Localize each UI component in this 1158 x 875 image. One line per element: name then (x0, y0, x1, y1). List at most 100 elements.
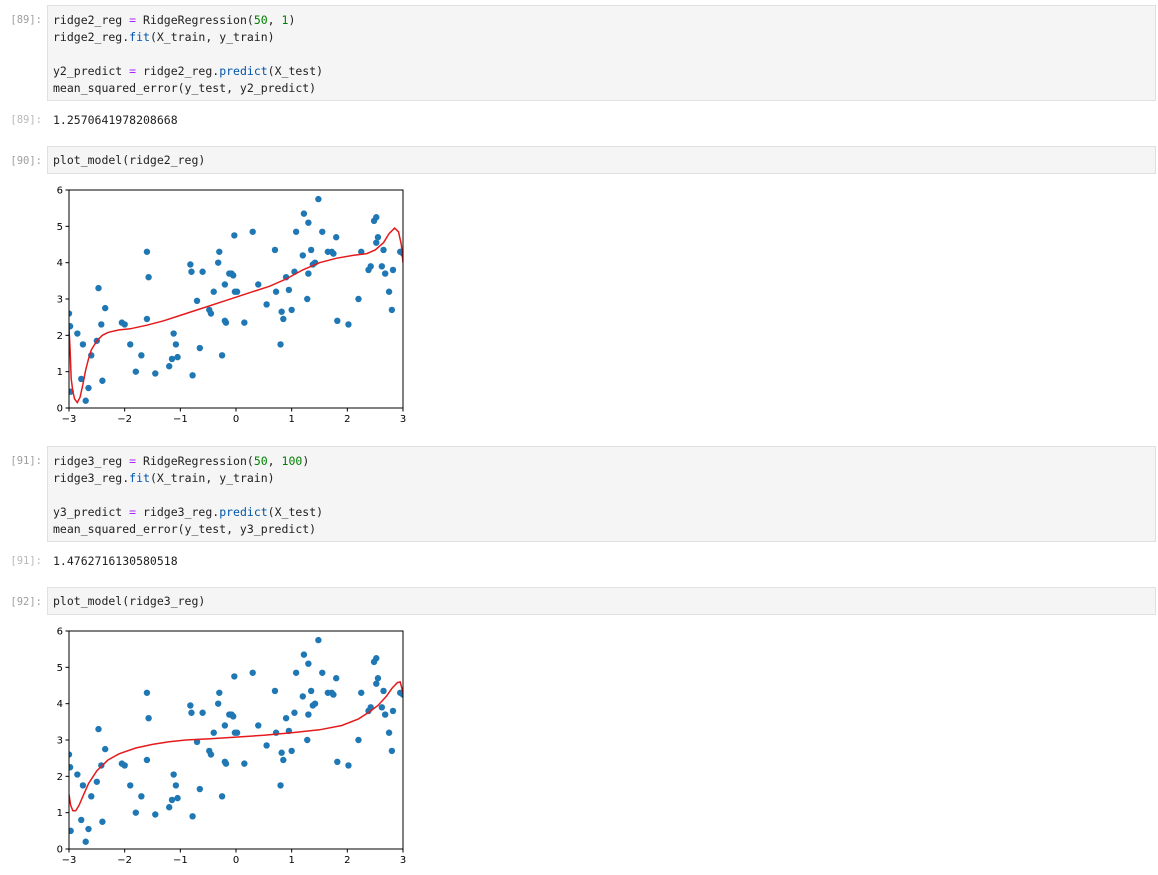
data-point (166, 363, 173, 370)
data-point (307, 246, 315, 254)
code-input-area[interactable] (47, 146, 1156, 174)
data-point (168, 796, 176, 804)
x-tick-label: 3 (400, 855, 406, 866)
y-tick-label: 3 (57, 736, 63, 747)
code-line: ridge2_reg.fit(X_train, y_train) (53, 29, 323, 46)
data-point (288, 306, 295, 314)
data-point (280, 756, 287, 764)
data-point (199, 709, 206, 716)
data-point (315, 636, 322, 644)
y-tick-label: 3 (57, 295, 63, 306)
code-token: , (267, 13, 282, 27)
data-point (127, 341, 134, 348)
data-point (98, 321, 105, 328)
data-point (95, 725, 102, 733)
data-point (221, 281, 229, 288)
data-point (74, 330, 81, 337)
data-point (241, 319, 248, 326)
data-point (255, 722, 262, 729)
output-prompt: [91]: (10, 555, 42, 567)
output-cell-91: [91]: 1.4762716130580518 (0, 549, 1158, 573)
data-point (121, 762, 128, 769)
data-point (280, 315, 287, 323)
data-point (367, 263, 374, 270)
code-cell-89[interactable]: [89]: ridge2_reg = RidgeRegression(50, 1… (0, 5, 1158, 101)
y-tick-label: 4 (57, 699, 63, 710)
code-line: ridge2_reg = RidgeRegression(50, 1) (53, 12, 323, 29)
data-point (85, 384, 92, 392)
code-text: ridge3_reg = RidgeRegression(50, 100) rid… (53, 453, 323, 538)
data-point (300, 210, 308, 217)
data-point (334, 317, 341, 324)
data-point (207, 310, 215, 317)
code-cell-90[interactable]: [90]: plot_model(ridge2_reg) (0, 146, 1158, 174)
data-point (79, 341, 87, 348)
code-token: ridge3_reg. (53, 471, 130, 485)
data-point (333, 675, 340, 682)
code-token: ridge3_reg. (136, 505, 220, 519)
data-point (188, 709, 195, 716)
code-input-area[interactable] (47, 587, 1156, 615)
data-point (218, 352, 226, 359)
data-point (82, 397, 89, 404)
code-line: mean_squared_error(y_test, y2_predict) (53, 80, 323, 97)
output-value: 1.4762716130580518 (53, 554, 178, 568)
data-point (388, 747, 396, 755)
x-tick-label: 1 (288, 855, 294, 866)
data-point (152, 811, 159, 818)
data-point (355, 295, 362, 303)
code-token: mean_squared_error(y_test, y2_predict) (53, 81, 317, 95)
code-cell-91[interactable]: [91]: ridge3_reg = RidgeRegression(50, 1… (0, 446, 1158, 542)
data-point (374, 675, 382, 682)
plot-area (69, 636, 403, 845)
fit-curve (69, 680, 403, 812)
data-point (79, 782, 87, 789)
data-point (249, 669, 256, 676)
data-point (263, 301, 270, 308)
data-point (166, 804, 173, 811)
data-point (380, 687, 387, 695)
data-point (233, 729, 241, 736)
y-tick-label: 0 (57, 845, 63, 856)
data-point (288, 747, 295, 755)
data-point (305, 270, 312, 277)
data-point (127, 782, 134, 789)
data-point (285, 286, 293, 294)
code-token: y3_predict (53, 505, 130, 519)
code-line: ridge3_reg.fit(X_train, y_train) (53, 470, 323, 487)
data-point (233, 288, 241, 295)
data-point (378, 704, 386, 711)
data-point (69, 323, 74, 330)
data-point (230, 713, 237, 720)
data-point (95, 284, 102, 292)
output-prompt: [89]: (10, 114, 42, 126)
data-point (214, 700, 222, 707)
data-point (292, 669, 300, 676)
data-point (385, 729, 393, 736)
data-point (304, 736, 311, 744)
y-tick-label: 5 (57, 222, 63, 233)
data-point (222, 760, 230, 767)
data-point (378, 263, 386, 270)
data-point (380, 246, 387, 254)
code-token: fit (129, 30, 150, 44)
data-point (189, 372, 196, 379)
code-line: ridge3_reg = RidgeRegression(50, 100) (53, 453, 323, 470)
data-point (249, 228, 256, 235)
x-tick-label: 0 (233, 414, 239, 425)
y-tick-label: 0 (57, 404, 63, 415)
code-text: ridge2_reg = RidgeRegression(50, 1) ridge… (53, 12, 323, 97)
code-token: ridge2_reg (53, 13, 130, 27)
code-token: predict (219, 505, 268, 519)
code-cell-92[interactable]: [92]: plot_model(ridge3_reg) (0, 587, 1158, 615)
data-point (373, 680, 380, 687)
data-point (143, 756, 151, 764)
code-token: y2_predict (53, 64, 130, 78)
data-point (121, 321, 128, 328)
data-point (168, 355, 176, 363)
data-point (305, 660, 312, 667)
code-token: 100 (281, 454, 303, 468)
data-point (210, 729, 217, 736)
y-tick-label: 1 (57, 367, 63, 378)
